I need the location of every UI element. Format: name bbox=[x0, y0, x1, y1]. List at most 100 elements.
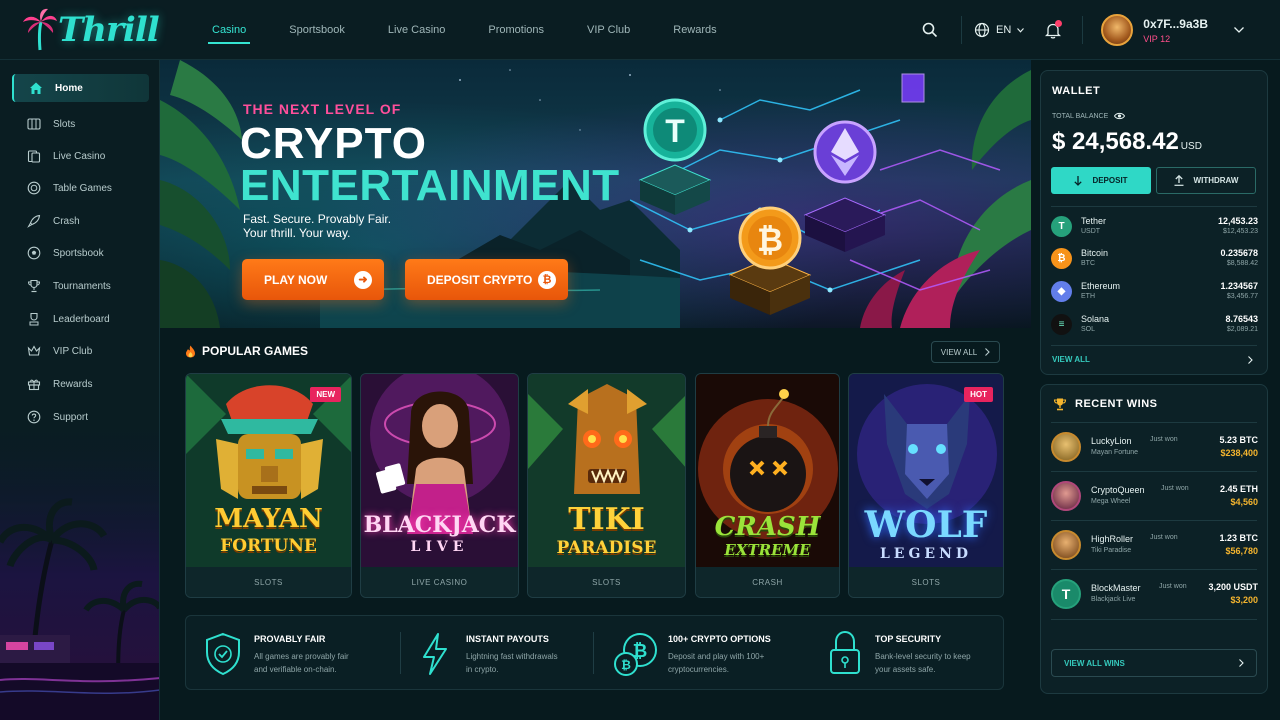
sidebar-item-sportsbook[interactable]: Sportsbook bbox=[12, 239, 149, 267]
lightning-icon bbox=[423, 633, 447, 675]
tropical-night-illustration bbox=[0, 430, 159, 720]
asset-symbol: USDT bbox=[1081, 228, 1101, 235]
asset-row-bitcoin[interactable]: ₿ Bitcoin BTC 0.235678 $8,588.42 bbox=[1051, 244, 1258, 274]
sidebar-item-table-games[interactable]: Table Games bbox=[12, 174, 149, 202]
sidebar-item-label: Sportsbook bbox=[53, 247, 104, 259]
win-amount: 3,200 USDT bbox=[1208, 582, 1258, 592]
asset-row-solana[interactable]: ≡ Solana SOL 8.76543 $2,089.21 bbox=[1051, 310, 1258, 340]
help-icon bbox=[26, 409, 42, 425]
nav-tab-promotions[interactable]: Promotions bbox=[472, 0, 560, 60]
nav-tab-live-casino[interactable]: Live Casino bbox=[372, 0, 461, 60]
asset-usd-value: $3,456.77 bbox=[1226, 293, 1258, 300]
play-now-label: PLAY NOW bbox=[264, 272, 328, 287]
feature-title: TOP SECURITY bbox=[875, 634, 942, 644]
recent-win-row[interactable]: LuckyLion Just won Mayan Fortune 5.23 BT… bbox=[1051, 425, 1258, 469]
sidebar-item-crash[interactable]: Crash bbox=[12, 207, 149, 235]
withdraw-button[interactable]: WITHDRAW bbox=[1156, 167, 1256, 194]
deposit-crypto-label: DEPOSIT CRYPTO bbox=[427, 272, 533, 287]
main-nav: Casino Sportsbook Live Casino Promotions… bbox=[196, 0, 744, 60]
balance-currency: USD bbox=[1180, 141, 1202, 152]
feature-instant-payouts: INSTANT PAYOUTS Lightning fast withdrawa… bbox=[401, 616, 591, 691]
solana-icon: ≡ bbox=[1051, 314, 1072, 335]
recent-win-row[interactable]: CryptoQueen Just won Mega Wheel 2.45 ETH… bbox=[1051, 474, 1258, 518]
sidebar-item-live-casino[interactable]: Live Casino bbox=[12, 142, 149, 170]
game-card-blackjack-live[interactable]: BLACKJACK LIVE LIVE CASINO bbox=[360, 373, 519, 598]
view-all-wins-button[interactable]: VIEW ALL WINS bbox=[1051, 649, 1257, 677]
wallet-view-all-link[interactable]: VIEW ALL bbox=[1052, 355, 1253, 364]
brand-logo[interactable]: Thrill bbox=[22, 8, 160, 52]
just-won-label: Just won bbox=[1150, 534, 1178, 541]
view-all-games-button[interactable]: VIEW ALL bbox=[931, 341, 1000, 363]
nav-tab-casino[interactable]: Casino bbox=[196, 0, 262, 60]
recent-win-row[interactable]: T BlockMaster Just won Blackjack Live 3,… bbox=[1051, 572, 1258, 616]
deposit-crypto-button[interactable]: DEPOSIT CRYPTO ₿ bbox=[405, 259, 568, 300]
sidebar-item-rewards[interactable]: Rewards bbox=[12, 370, 149, 398]
sidebar-item-label: Live Casino bbox=[53, 150, 106, 162]
search-button[interactable] bbox=[919, 19, 941, 41]
sidebar-item-tournaments[interactable]: Tournaments bbox=[12, 272, 149, 300]
eye-icon[interactable] bbox=[1114, 112, 1126, 120]
sidebar-item-leaderboard[interactable]: Leaderboard bbox=[12, 305, 149, 333]
avatar bbox=[1051, 481, 1081, 511]
winning-game: Blackjack Live bbox=[1091, 596, 1136, 603]
feature-top-security: TOP SECURITY Bank-level security to keep… bbox=[808, 616, 1004, 691]
nav-tab-rewards[interactable]: Rewards bbox=[657, 0, 732, 60]
game-title: CRASH bbox=[714, 512, 821, 542]
sidebar-item-slots[interactable]: Slots bbox=[12, 110, 149, 138]
winner-name: HighRoller bbox=[1091, 534, 1134, 544]
sidebar-item-home[interactable]: Home bbox=[12, 74, 149, 102]
shield-check-icon bbox=[206, 632, 240, 676]
feature-description-line1: Lightning fast withdrawals bbox=[466, 652, 558, 661]
game-card-mayan-fortune[interactable]: MAYAN FORTUNE NEW SLOTS bbox=[185, 373, 352, 598]
asset-row-tether[interactable]: T Tether USDT 12,453.23 $12,453.23 bbox=[1051, 212, 1258, 242]
divider bbox=[1082, 16, 1084, 44]
notifications-button[interactable] bbox=[1042, 19, 1064, 41]
asset-name: Bitcoin bbox=[1081, 248, 1109, 258]
game-card-wolf-legend[interactable]: WOLF LEGEND HOT SLOTS bbox=[848, 373, 1004, 598]
feature-crypto-options: ₿ ₿ 100+ CRYPTO OPTIONS Deposit and play… bbox=[594, 616, 804, 691]
padlock-icon bbox=[830, 630, 860, 674]
game-category: SLOTS bbox=[849, 567, 1003, 597]
asset-symbol: ETH bbox=[1081, 293, 1095, 300]
bitcoin-icon: ₿ bbox=[538, 270, 556, 289]
feature-description: All games are provably fair and verifiab… bbox=[254, 650, 374, 676]
feature-title: PROVABLY FAIR bbox=[254, 634, 326, 644]
recent-win-row[interactable]: HighRoller Just won Tiki Paradise 1.23 B… bbox=[1051, 523, 1258, 567]
tether-icon: T bbox=[1051, 216, 1072, 237]
sidebar-item-support[interactable]: Support bbox=[12, 403, 149, 431]
svg-text:₿: ₿ bbox=[757, 221, 783, 259]
trophy-icon bbox=[26, 278, 42, 294]
tether-avatar-icon: T bbox=[1051, 579, 1081, 609]
popular-games-heading: POPULAR GAMES bbox=[185, 344, 308, 358]
asset-row-ethereum[interactable]: ◆ Ethereum ETH 1.234567 $3,456.77 bbox=[1051, 277, 1258, 307]
nav-tab-sportsbook[interactable]: Sportsbook bbox=[273, 0, 361, 60]
total-balance-label: TOTAL BALANCE bbox=[1052, 112, 1126, 120]
divider bbox=[1051, 471, 1257, 472]
language-selector[interactable]: EN bbox=[974, 22, 1025, 38]
chevron-down-icon bbox=[1234, 27, 1244, 33]
view-all-label: VIEW ALL bbox=[1052, 355, 1090, 364]
deposit-button[interactable]: DEPOSIT bbox=[1051, 167, 1151, 194]
table-games-icon bbox=[26, 180, 42, 196]
asset-symbol: SOL bbox=[1081, 326, 1096, 333]
sidebar-item-label: VIP Club bbox=[53, 345, 93, 357]
view-all-wins-label: VIEW ALL WINS bbox=[1064, 658, 1125, 668]
vip-level: VIP 12 bbox=[1143, 33, 1171, 44]
game-card-crash-extreme[interactable]: CRASH EXTREME CRASH bbox=[695, 373, 840, 598]
asset-usd-value: $8,588.42 bbox=[1226, 260, 1258, 267]
view-all-label: VIEW ALL bbox=[940, 347, 978, 357]
gift-icon bbox=[26, 376, 42, 392]
user-menu[interactable]: 0x7F...9a3B VIP 12 bbox=[1101, 14, 1244, 46]
avatar bbox=[1051, 432, 1081, 462]
chevron-right-icon bbox=[1248, 355, 1253, 364]
play-now-button[interactable]: PLAY NOW ➜ bbox=[242, 259, 384, 300]
game-card-tiki-paradise[interactable]: TIKI PARADISE SLOTS bbox=[527, 373, 686, 598]
sidebar-item-vip-club[interactable]: VIP Club bbox=[12, 337, 149, 365]
nav-tab-vip-club[interactable]: VIP Club bbox=[571, 0, 646, 60]
sidebar: Home Slots Live Casino Table Games Crash… bbox=[0, 60, 160, 720]
win-usd-value: $56,780 bbox=[1225, 546, 1258, 556]
leaderboard-icon bbox=[26, 311, 42, 327]
asset-name: Solana bbox=[1081, 314, 1110, 324]
game-subtitle: EXTREME bbox=[724, 541, 811, 559]
game-subtitle: LIVE bbox=[410, 539, 469, 555]
